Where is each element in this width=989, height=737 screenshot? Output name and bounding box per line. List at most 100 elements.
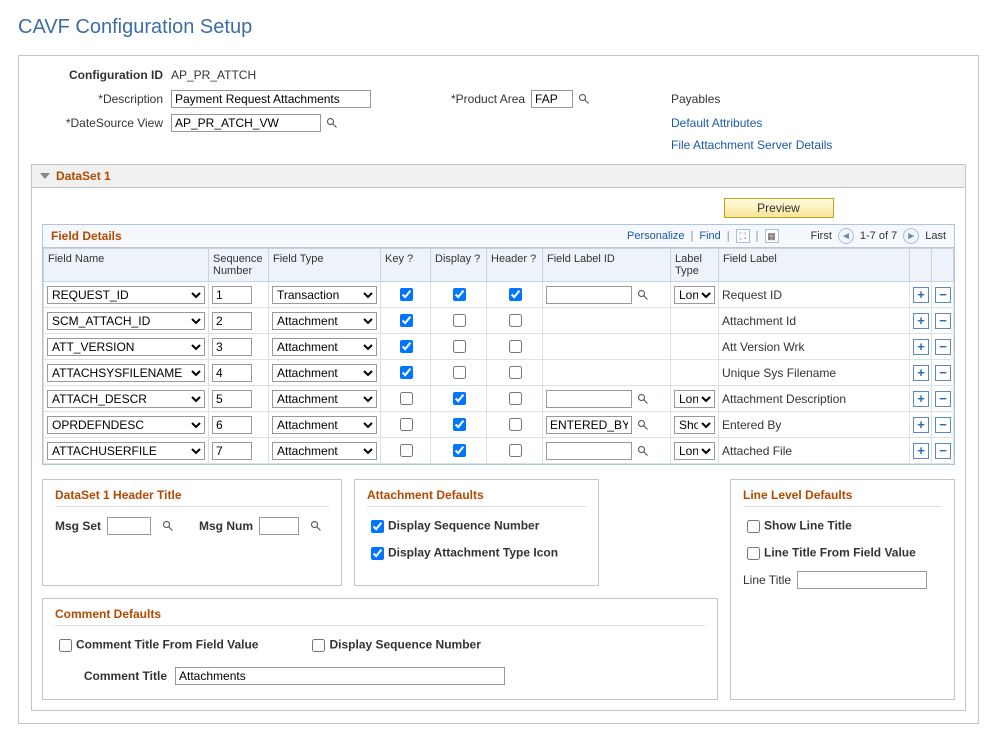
dataset-header[interactable]: DataSet 1 xyxy=(31,164,966,188)
field-name-select[interactable]: SCM_ATTACH_ID xyxy=(47,312,205,330)
key-checkbox[interactable] xyxy=(400,392,413,405)
delete-row-button[interactable]: − xyxy=(935,391,951,407)
col-header[interactable]: Header ? xyxy=(487,249,543,282)
delete-row-button[interactable]: − xyxy=(935,365,951,381)
line-title-input[interactable] xyxy=(797,571,927,589)
add-row-button[interactable]: + xyxy=(913,287,929,303)
key-checkbox[interactable] xyxy=(400,444,413,457)
add-row-button[interactable]: + xyxy=(913,365,929,381)
key-checkbox[interactable] xyxy=(400,418,413,431)
field-label-id-input[interactable] xyxy=(546,442,632,460)
datasource-lookup-icon[interactable] xyxy=(325,116,339,130)
display-checkbox[interactable] xyxy=(453,418,466,431)
col-key[interactable]: Key ? xyxy=(381,249,431,282)
delete-row-button[interactable]: − xyxy=(935,313,951,329)
field-name-select[interactable]: ATTACH_DESCR xyxy=(47,390,205,408)
field-type-select[interactable]: Attachment xyxy=(272,312,377,330)
field-name-select[interactable]: ATTACHSYSFILENAME xyxy=(47,364,205,382)
header-checkbox[interactable] xyxy=(509,340,522,353)
msg-num-input[interactable] xyxy=(259,517,299,535)
field-label-id-lookup-icon[interactable] xyxy=(636,418,650,432)
display-checkbox[interactable] xyxy=(453,392,466,405)
key-checkbox[interactable] xyxy=(400,366,413,379)
file-attachment-link[interactable]: File Attachment Server Details xyxy=(671,138,832,152)
col-labeltype[interactable]: Label Type xyxy=(671,249,719,282)
product-area-lookup-icon[interactable] xyxy=(577,92,591,106)
field-label-id-lookup-icon[interactable] xyxy=(636,288,650,302)
field-type-select[interactable]: Transaction xyxy=(272,286,377,304)
next-arrow-icon[interactable]: ► xyxy=(903,228,919,244)
col-display[interactable]: Display ? xyxy=(431,249,487,282)
display-icon-checkbox[interactable] xyxy=(371,547,384,560)
header-checkbox[interactable] xyxy=(509,418,522,431)
field-type-select[interactable]: Attachment xyxy=(272,338,377,356)
field-label-id-lookup-icon[interactable] xyxy=(636,444,650,458)
delete-row-button[interactable]: − xyxy=(935,339,951,355)
label-type-select[interactable]: Long xyxy=(674,390,715,408)
field-name-select[interactable]: ATTACHUSERFILE xyxy=(47,442,205,460)
col-fieldlabel[interactable]: Field Label xyxy=(719,249,910,282)
col-fieldtype[interactable]: Field Type xyxy=(269,249,381,282)
add-row-button[interactable]: + xyxy=(913,313,929,329)
header-checkbox[interactable] xyxy=(509,392,522,405)
field-label-id-input[interactable] xyxy=(546,286,632,304)
display-checkbox[interactable] xyxy=(453,288,466,301)
field-name-select[interactable]: OPRDEFNDESC xyxy=(47,416,205,434)
first-label[interactable]: First xyxy=(811,230,832,242)
display-checkbox[interactable] xyxy=(453,340,466,353)
default-attributes-link[interactable]: Default Attributes xyxy=(671,116,762,130)
sequence-input[interactable] xyxy=(212,312,252,330)
find-link[interactable]: Find xyxy=(699,230,720,242)
comment-title-input[interactable] xyxy=(175,667,505,685)
personalize-link[interactable]: Personalize xyxy=(627,230,684,242)
add-row-button[interactable]: + xyxy=(913,391,929,407)
prev-arrow-icon[interactable]: ◄ xyxy=(838,228,854,244)
delete-row-button[interactable]: − xyxy=(935,287,951,303)
sequence-input[interactable] xyxy=(212,364,252,382)
last-label[interactable]: Last xyxy=(925,230,946,242)
product-area-input[interactable] xyxy=(531,90,573,108)
description-input[interactable] xyxy=(171,90,371,108)
header-checkbox[interactable] xyxy=(509,314,522,327)
header-checkbox[interactable] xyxy=(509,444,522,457)
sequence-input[interactable] xyxy=(212,338,252,356)
delete-row-button[interactable]: − xyxy=(935,417,951,433)
add-row-button[interactable]: + xyxy=(913,417,929,433)
field-label-id-lookup-icon[interactable] xyxy=(636,392,650,406)
field-type-select[interactable]: Attachment xyxy=(272,390,377,408)
zoom-icon[interactable]: ⛶ xyxy=(736,229,750,243)
key-checkbox[interactable] xyxy=(400,340,413,353)
msg-set-lookup-icon[interactable] xyxy=(161,519,175,533)
display-seq-checkbox[interactable] xyxy=(371,520,384,533)
add-row-button[interactable]: + xyxy=(913,443,929,459)
header-checkbox[interactable] xyxy=(509,366,522,379)
display-checkbox[interactable] xyxy=(453,366,466,379)
add-row-button[interactable]: + xyxy=(913,339,929,355)
field-type-select[interactable]: Attachment xyxy=(272,416,377,434)
comment-from-field-checkbox[interactable] xyxy=(59,639,72,652)
label-type-select[interactable]: Long xyxy=(674,286,715,304)
field-label-id-input[interactable] xyxy=(546,390,632,408)
key-checkbox[interactable] xyxy=(400,314,413,327)
field-label-id-input[interactable] xyxy=(546,416,632,434)
delete-row-button[interactable]: − xyxy=(935,443,951,459)
sequence-input[interactable] xyxy=(212,442,252,460)
sequence-input[interactable] xyxy=(212,286,252,304)
field-name-select[interactable]: ATT_VERSION xyxy=(47,338,205,356)
show-line-title-checkbox[interactable] xyxy=(747,520,760,533)
field-name-select[interactable]: REQUEST_ID xyxy=(47,286,205,304)
col-labelid[interactable]: Field Label ID xyxy=(543,249,671,282)
col-seq[interactable]: Sequence Number xyxy=(209,249,269,282)
comment-display-seq-checkbox[interactable] xyxy=(312,639,325,652)
datasource-input[interactable] xyxy=(171,114,321,132)
msg-num-lookup-icon[interactable] xyxy=(309,519,323,533)
sequence-input[interactable] xyxy=(212,390,252,408)
field-type-select[interactable]: Attachment xyxy=(272,442,377,460)
msg-set-input[interactable] xyxy=(107,517,151,535)
label-type-select[interactable]: Shor xyxy=(674,416,715,434)
display-checkbox[interactable] xyxy=(453,444,466,457)
field-type-select[interactable]: Attachment xyxy=(272,364,377,382)
download-icon[interactable]: ▦ xyxy=(765,229,779,243)
preview-button[interactable]: Preview xyxy=(724,198,834,218)
sequence-input[interactable] xyxy=(212,416,252,434)
